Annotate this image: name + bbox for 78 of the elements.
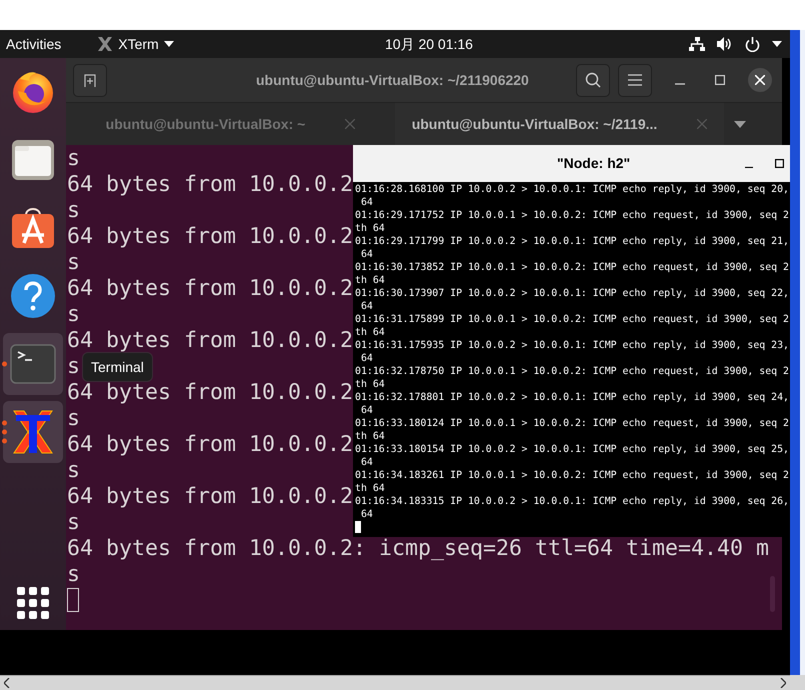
text-cursor xyxy=(355,521,361,533)
output-line: 01:16:29.171752 IP 10.0.0.1 > 10.0.0.2: ICMP echo request, id 3900, seq 2 xyxy=(355,209,790,222)
output-line: 64 xyxy=(360,248,373,261)
network-icon[interactable] xyxy=(689,37,705,51)
output-line: 01:16:31.175935 IP 10.0.0.2 > 10.0.0.1: ICMP echo reply, id 3900, seq 23, xyxy=(355,339,790,352)
scrollbar-corner xyxy=(790,675,805,690)
output-line: 01:16:29.171799 IP 10.0.0.2 > 10.0.0.1: ICMP echo reply, id 3900, seq 21, xyxy=(355,235,790,248)
output-line: 01:16:32.178801 IP 10.0.0.2 > 10.0.0.1: ICMP echo reply, id 3900, seq 24, xyxy=(355,391,790,404)
clock[interactable]: 10月 20 01:16 xyxy=(385,36,473,54)
output-line: 01:16:30.173907 IP 10.0.0.2 > 10.0.0.1: ICMP echo reply, id 3900, seq 22, xyxy=(355,287,790,300)
output-line: 01:16:34.183315 IP 10.0.0.2 > 10.0.0.1: ICMP echo reply, id 3900, seq 26, xyxy=(355,495,790,508)
output-line: 64 bytes from 10.0.0.2 xyxy=(66,224,354,250)
output-line: th 64 xyxy=(355,222,385,235)
output-line: s xyxy=(66,406,80,432)
output-line: 64 bytes from 10.0.0.2 xyxy=(66,380,354,406)
output-line: 01:16:32.178750 IP 10.0.0.1 > 10.0.0.2: ICMP echo request, id 3900, seq 2 xyxy=(355,365,790,378)
output-line: 64 xyxy=(360,456,373,469)
output-line: 64 bytes from 10.0.0.2 xyxy=(66,328,354,354)
help-icon xyxy=(10,273,56,319)
output-line: th 64 xyxy=(355,326,385,339)
power-icon[interactable] xyxy=(745,36,760,52)
output-line: 64 xyxy=(360,404,373,417)
output-line: s xyxy=(66,250,80,276)
x-logo-icon xyxy=(97,36,114,52)
volume-icon[interactable] xyxy=(717,37,733,51)
activities-button[interactable]: Activities xyxy=(6,36,62,52)
close-icon xyxy=(755,75,765,85)
tooltip: Terminal xyxy=(82,352,153,382)
dock-item[interactable] xyxy=(3,401,63,463)
output-line: th 64 xyxy=(355,378,385,391)
folder-icon xyxy=(10,137,56,183)
output-line: s xyxy=(66,458,80,484)
caret-icon[interactable] xyxy=(772,41,782,47)
output-line: s xyxy=(66,510,80,536)
output-line: s xyxy=(66,198,80,224)
scroll-left-icon[interactable] xyxy=(4,678,10,688)
maximize-icon[interactable] xyxy=(775,159,784,168)
tab[interactable]: ubuntu@ubuntu-VirtualBox: ~/2119... xyxy=(395,103,724,145)
output-line: 64 bytes from 10.0.0.2: icmp_seq=26 ttl=64 time=4.40 m xyxy=(66,536,770,562)
terminal-icon xyxy=(10,344,56,384)
output-line: 01:16:33.180154 IP 10.0.0.2 > 10.0.0.1: ICMP echo reply, id 3900, seq 25, xyxy=(355,443,790,456)
output-line: th 64 xyxy=(355,274,385,287)
dropdown-icon[interactable] xyxy=(734,120,746,128)
output-line: 64 xyxy=(360,508,373,521)
scroll-right-icon[interactable] xyxy=(780,678,786,688)
search-icon xyxy=(585,72,601,88)
output-line: s xyxy=(66,562,80,588)
output-line: 64 bytes from 10.0.0.2 xyxy=(66,172,354,198)
window-title: "Node: h2" xyxy=(557,155,630,171)
new-tab-button[interactable] xyxy=(73,64,107,96)
output-line: 01:16:33.180124 IP 10.0.0.1 > 10.0.0.2: ICMP echo request, id 3900, seq 2 xyxy=(355,417,790,430)
text-cursor xyxy=(67,588,79,612)
output-line: 01:16:31.175899 IP 10.0.0.1 > 10.0.0.2: ICMP echo request, id 3900, seq 2 xyxy=(355,313,790,326)
output-line: 64 xyxy=(360,300,373,313)
menu-icon xyxy=(628,74,642,86)
menu-button[interactable] xyxy=(618,64,652,96)
shopping-bag-icon xyxy=(10,205,56,251)
app-grid-icon[interactable] xyxy=(17,587,49,619)
output-line: 64 bytes from 10.0.0.2 xyxy=(66,276,354,302)
output-line: th 64 xyxy=(355,430,385,443)
window-title: ubuntu@ubuntu-VirtualBox: ~/211906220 xyxy=(256,72,529,88)
output-line: 64 bytes from 10.0.0.2 xyxy=(66,484,354,510)
output-line: 64 xyxy=(360,352,373,365)
output-line: s xyxy=(66,354,80,380)
output-line: 64 bytes from 10.0.0.2 xyxy=(66,432,354,458)
close-button[interactable] xyxy=(748,68,772,92)
output-line: 01:16:34.183261 IP 10.0.0.1 > 10.0.0.2: ICMP echo request, id 3900, seq 2 xyxy=(355,469,790,482)
caret-icon xyxy=(164,41,174,47)
output-line: 01:16:28.168100 IP 10.0.0.2 > 10.0.0.1: ICMP echo reply, id 3900, seq 20, xyxy=(355,183,790,196)
output-line: th 64 xyxy=(355,482,385,495)
app-menu[interactable]: XTerm xyxy=(93,34,178,54)
output-line: s xyxy=(66,302,80,328)
output-line: 01:16:30.173852 IP 10.0.0.1 > 10.0.0.2: ICMP echo request, id 3900, seq 2 xyxy=(355,261,790,274)
new-tab-icon xyxy=(82,72,98,88)
horizontal-scrollbar[interactable] xyxy=(0,675,790,690)
output-line: 64 xyxy=(360,196,373,209)
search-button[interactable] xyxy=(576,64,610,96)
output-line: s xyxy=(66,146,80,172)
